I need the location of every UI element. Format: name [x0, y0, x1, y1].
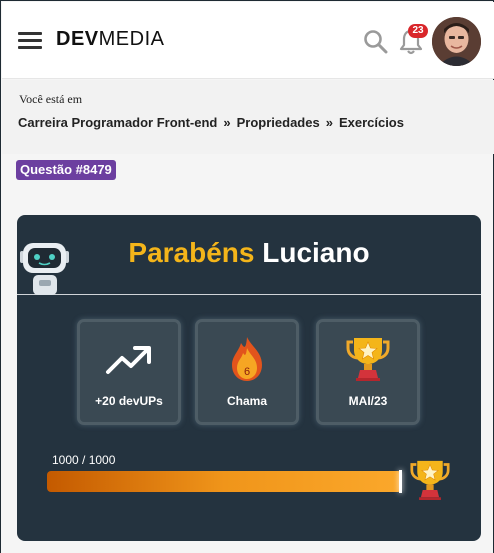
- result-card: Parabéns Luciano +20 devUPs 6 Chama MAI/…: [17, 215, 481, 541]
- page: DEVMEDIA 23 Você está em Carreira Progra…: [0, 0, 494, 553]
- logo-light-text: MEDIA: [98, 28, 165, 50]
- breadcrumb-separator: »: [223, 115, 231, 130]
- streak-value: 6: [244, 366, 250, 378]
- congrats-greeting: Parabéns: [128, 237, 255, 268]
- breadcrumb-item-exercises[interactable]: Exercícios: [339, 115, 404, 130]
- breadcrumb-area: Você está em Carreira Programador Front-…: [2, 80, 494, 154]
- notification-count-badge: 23: [408, 24, 428, 38]
- congrats-title: Parabéns Luciano: [17, 237, 481, 269]
- breadcrumb-intro: Você está em: [19, 92, 83, 106]
- menu-icon[interactable]: [18, 31, 42, 51]
- trophy-icon: [346, 338, 390, 381]
- breadcrumb: Carreira Programador Front-end » Proprieda…: [18, 115, 404, 130]
- breadcrumb-item-properties[interactable]: Propriedades: [237, 115, 320, 130]
- devups-tile: +20 devUPs: [77, 319, 181, 425]
- question-tag: Questão #8479: [16, 160, 116, 180]
- user-name: Luciano: [262, 237, 370, 268]
- streak-label: Chama: [226, 394, 267, 408]
- devups-label: +20 devUPs: [95, 394, 163, 408]
- flame-icon: 6: [232, 337, 262, 381]
- progress-bar-fill: [47, 471, 402, 492]
- month-label: MAI/23: [348, 394, 388, 408]
- monthly-trophy-tile: MAI/23: [316, 319, 420, 425]
- streak-tile: 6 Chama: [195, 319, 299, 425]
- progress-end-marker: [399, 470, 402, 493]
- top-header: DEVMEDIA 23: [2, 2, 494, 79]
- progress-bar: [47, 471, 402, 492]
- avatar[interactable]: [432, 17, 481, 66]
- trending-up-icon: [106, 346, 151, 374]
- breadcrumb-item-career[interactable]: Carreira Programador Front-end: [18, 115, 217, 130]
- result-card-header: Parabéns Luciano: [17, 215, 481, 295]
- goal-trophy-icon: [410, 460, 450, 500]
- progress-text: 1000 / 1000: [52, 453, 116, 467]
- breadcrumb-separator: »: [325, 115, 333, 130]
- site-logo[interactable]: DEVMEDIA: [56, 28, 164, 51]
- search-icon[interactable]: [363, 29, 389, 55]
- logo-bold-text: DEV: [56, 28, 99, 50]
